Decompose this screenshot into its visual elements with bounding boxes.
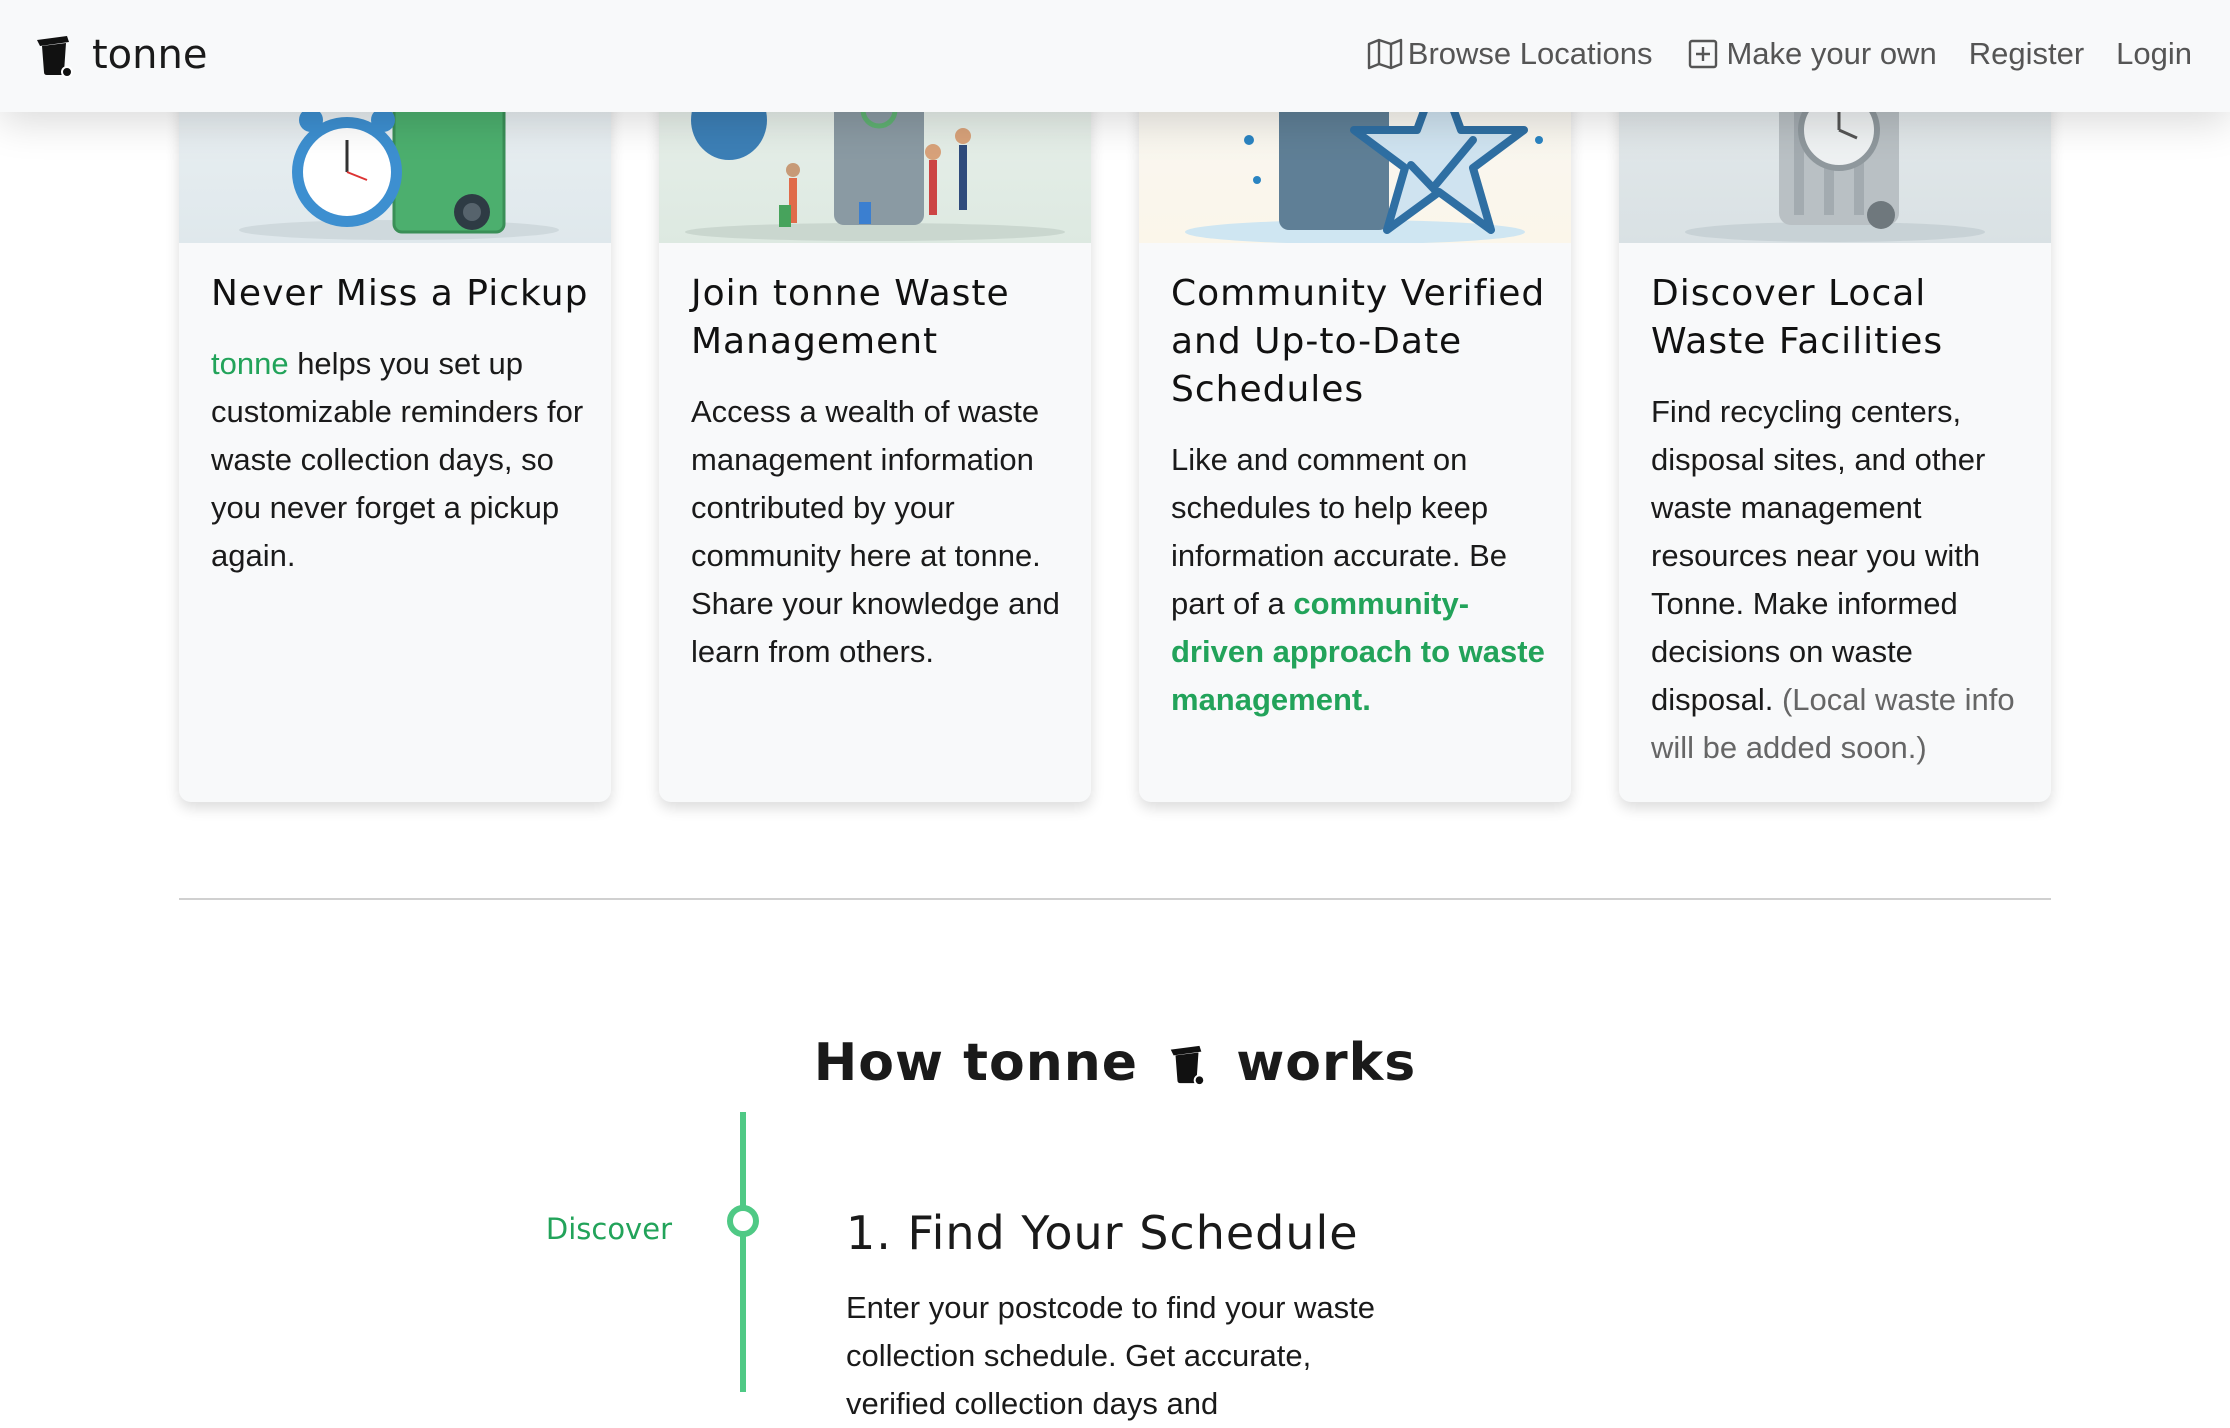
card-title: Discover Local Waste Facilities [1651, 273, 1944, 362]
card-text: Find recycling centers, disposal sites, … [1651, 388, 2031, 772]
feature-cards: Never Miss a Pickup tonne helps you set … [179, 0, 2051, 802]
nav-browse-locations[interactable]: Browse Locations [1366, 36, 1653, 72]
nav-browse-locations-label: Browse Locations [1407, 36, 1653, 71]
card-title: Never Miss a Pickup [211, 273, 589, 314]
brand-name: tonne [92, 32, 208, 78]
nav-register[interactable]: Register [1969, 36, 2084, 72]
feature-card-community-verified: Community Verified and Up-to-Date Schedu… [1139, 0, 1571, 802]
feature-card-discover-facilities: Discover Local Waste Facilities Find rec… [1619, 0, 2051, 802]
card-text: Access a wealth of waste management info… [691, 394, 1060, 669]
nav-make-your-own[interactable]: Make your own [1684, 36, 1937, 72]
how-title-before: How tonne [813, 1033, 1139, 1094]
map-icon [1367, 38, 1402, 70]
brand-highlight: tonne [211, 346, 289, 381]
trash-bin-logo-icon [37, 36, 73, 78]
navbar: tonne Browse Locations Make your own Reg… [0, 0, 2230, 112]
plus-square-icon [1689, 39, 1718, 69]
nav-login[interactable]: Login [2116, 36, 2192, 72]
timeline-line [740, 1112, 746, 1392]
how-title-after: works [1236, 1033, 1417, 1094]
card-text: Like and comment on schedules to help ke… [1171, 436, 1551, 724]
card-text: tonne helps you set up customizable remi… [211, 340, 591, 580]
feature-card-join-tonne: Join tonne Waste Management Access a wea… [659, 0, 1091, 802]
feature-card-never-miss-pickup: Never Miss a Pickup tonne helps you set … [179, 0, 611, 802]
timeline-dot [727, 1205, 759, 1237]
card-body: Join tonne Waste Management Access a wea… [691, 270, 1071, 676]
card-body: Community Verified and Up-to-Date Schedu… [1171, 270, 1551, 724]
step-tag-discover: Discover [545, 1212, 672, 1246]
trash-bin-logo-icon [1170, 1045, 1206, 1087]
section-divider [179, 898, 2051, 900]
nav-make-your-own-label: Make your own [1726, 36, 1937, 71]
step-text: Enter your postcode to find your waste c… [846, 1290, 1376, 1421]
step-title: 1. Find Your Schedule [846, 1206, 1359, 1260]
how-it-works-title: How tonne works [0, 1033, 2230, 1093]
card-title: Community Verified and Up-to-Date Schedu… [1171, 273, 1546, 410]
card-body: Discover Local Waste Facilities Find rec… [1651, 270, 2031, 772]
card-text-body: Find recycling centers, disposal sites, … [1651, 394, 1986, 717]
nav-links: Browse Locations Make your own Register … [1334, 36, 2192, 72]
brand-link[interactable]: tonne [34, 32, 207, 78]
card-body: Never Miss a Pickup tonne helps you set … [211, 270, 591, 580]
card-title: Join tonne Waste Management [691, 273, 1010, 362]
